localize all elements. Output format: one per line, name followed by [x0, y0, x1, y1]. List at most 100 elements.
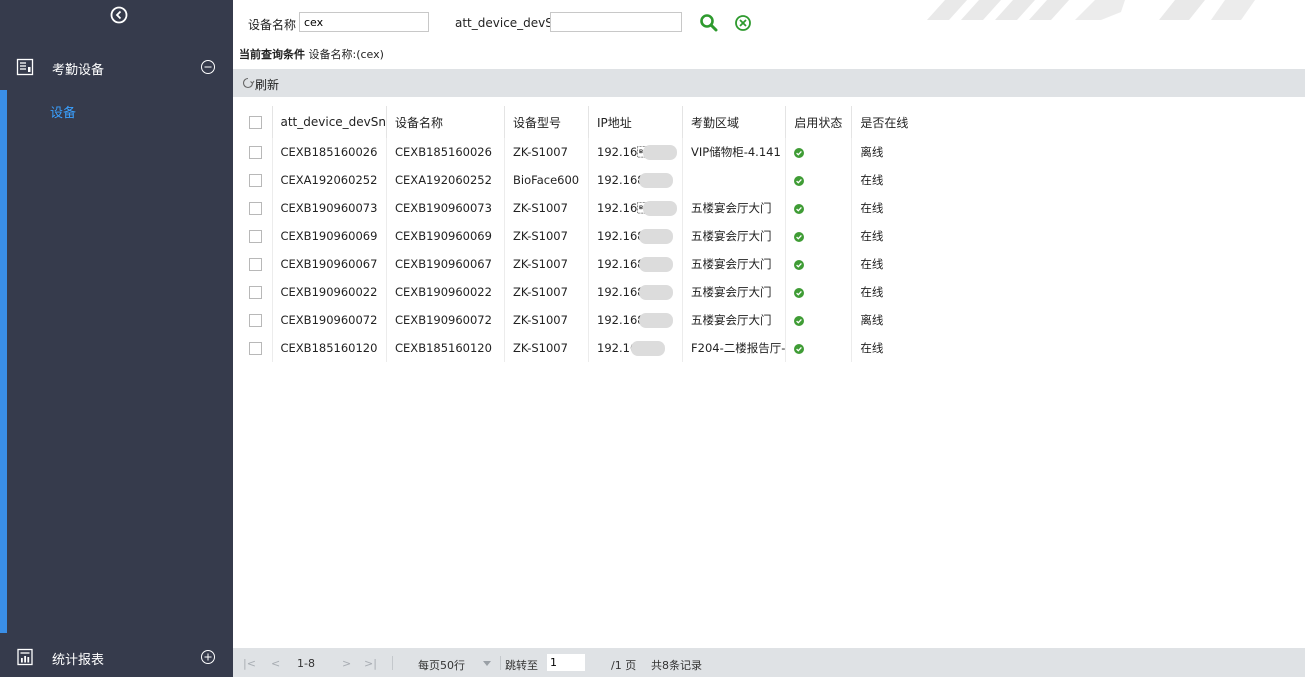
cell-device-name: CEXB190960072: [386, 306, 506, 334]
row-select-cell: [241, 166, 273, 194]
first-page-button[interactable]: |<: [243, 657, 256, 670]
select-all-cell: [241, 106, 273, 138]
ip-text: 192.168: [597, 228, 645, 243]
total-records: 共8条记录: [651, 659, 702, 672]
table-row[interactable]: CEXB190960073 CEXB190960073 ZK-S1007 192.16…: [241, 194, 1305, 222]
cell-sn: CEXB190960073: [272, 194, 388, 222]
cell-model: ZK-S1007: [504, 306, 590, 334]
ip-redaction: [638, 172, 673, 188]
row-checkbox[interactable]: [249, 174, 262, 187]
check-circle-icon: [794, 259, 805, 270]
table-row[interactable]: CEXB190960069 CEXB190960069 ZK-S1007 192.16…: [241, 222, 1305, 250]
minus-circle-icon[interactable]: [200, 59, 216, 75]
table-body: CEXB185160026 CEXB185160026 ZK-S1007 192.16…: [241, 138, 1305, 362]
column-header-model[interactable]: 设备型号: [504, 106, 590, 138]
menu-group-label: 考勤设备: [52, 63, 105, 78]
row-checkbox[interactable]: [249, 342, 262, 355]
cell-sn: CEXB190960069: [272, 222, 388, 250]
jump-page-input[interactable]: [547, 654, 585, 671]
cell-online-status: 在线: [860, 201, 884, 215]
column-header-area[interactable]: 考勤区域: [682, 106, 787, 138]
device-sn-input[interactable]: [550, 12, 682, 32]
check-circle-icon: [794, 315, 805, 326]
cell-device-name: CEXB185160120: [386, 334, 506, 362]
column-header-device-name[interactable]: 设备名称: [386, 106, 506, 138]
column-header-online[interactable]: 是否在线: [852, 106, 1305, 138]
row-checkbox[interactable]: [249, 258, 262, 271]
cell-area: [682, 166, 787, 194]
cell-area: VIP储物柜-4.141: [682, 138, 787, 166]
table-row[interactable]: CEXB190960072 CEXB190960072 ZK-S1007 192.16…: [241, 306, 1305, 334]
select-all-checkbox[interactable]: [249, 116, 262, 129]
row-select-cell: [241, 138, 273, 166]
device-name-input[interactable]: [299, 12, 429, 32]
cell-ip: 192.16: [588, 194, 684, 222]
device-name-label: 设备名称: [248, 18, 297, 32]
table-row[interactable]: CEXB190960067 CEXB190960067 ZK-S1007 192.16…: [241, 250, 1305, 278]
menu-group-attendance-device[interactable]: 考勤设备: [0, 50, 233, 84]
cell-device-name: CEXB190960067: [386, 250, 506, 278]
table-row[interactable]: CEXB185160120 CEXB185160120 ZK-S1007 192.16…: [241, 334, 1305, 362]
row-checkbox[interactable]: [249, 146, 262, 159]
table-row[interactable]: CEXB185160026 CEXB185160026 ZK-S1007 192.16…: [241, 138, 1305, 166]
prev-page-button[interactable]: <: [271, 657, 280, 670]
cell-ip: 192.168: [588, 306, 684, 334]
sidebar-item-device[interactable]: 设备: [50, 102, 76, 121]
ip-text: 192.16: [597, 200, 649, 215]
table-row[interactable]: CEXA192060252 CEXA192060252 BioFace600 192.…: [241, 166, 1305, 194]
plus-circle-icon[interactable]: [200, 649, 216, 665]
refresh-icon[interactable]: [241, 76, 255, 90]
ip-text: 192.168: [597, 284, 645, 299]
per-page-select[interactable]: 每页50行: [418, 657, 465, 673]
ip-text: 192.168: [597, 256, 645, 271]
table-row[interactable]: CEXB190960022 CEXB190960022 ZK-S1007 192.16…: [241, 278, 1305, 306]
check-circle-icon: [794, 287, 805, 298]
row-checkbox[interactable]: [249, 230, 262, 243]
column-header-sn[interactable]: att_device_devSn: [272, 106, 388, 138]
ip-redaction: [638, 228, 673, 244]
clear-circle-icon[interactable]: [734, 14, 752, 32]
check-circle-icon: [794, 175, 805, 186]
cell-sn: CEXA192060252: [272, 166, 388, 194]
query-condition-text: 设备名称:(cex): [308, 48, 384, 61]
cell-device-name: CEXB190960022: [386, 278, 506, 306]
cell-sn: CEXB185160026: [272, 138, 388, 166]
page-range: 1-8: [297, 657, 315, 670]
active-menu-accent: [0, 90, 7, 633]
ip-redaction: [642, 144, 677, 160]
row-select-cell: [241, 222, 273, 250]
total-pages: /1 页: [611, 659, 637, 672]
menu-group-statistics-report[interactable]: 统计报表: [0, 640, 233, 674]
device-panel-icon: [16, 58, 34, 76]
cell-enabled: [785, 166, 853, 194]
row-checkbox[interactable]: [249, 202, 262, 215]
last-page-button[interactable]: >|: [364, 657, 377, 670]
cell-device-name: CEXB190960069: [386, 222, 506, 250]
cell-ip: 192.168: [588, 278, 684, 306]
pager-divider: [500, 656, 501, 670]
refresh-button[interactable]: 刷新: [255, 76, 279, 93]
ip-redaction: [631, 340, 666, 356]
column-header-ip[interactable]: IP地址: [588, 106, 684, 138]
column-header-enabled[interactable]: 启用状态: [785, 106, 853, 138]
row-select-cell: [241, 194, 273, 222]
cell-device-name: CEXA192060252: [386, 166, 506, 194]
row-checkbox[interactable]: [249, 286, 262, 299]
collapse-sidebar-icon[interactable]: [110, 6, 128, 24]
search-icon[interactable]: [698, 12, 720, 34]
ip-text: 192.16: [597, 144, 649, 159]
cell-sn: CEXB190960072: [272, 306, 388, 334]
cell-area: 五楼宴会厅大门: [682, 194, 787, 222]
next-page-button[interactable]: >: [342, 657, 351, 670]
cell-model: ZK-S1007: [504, 138, 590, 166]
cell-enabled: [785, 194, 853, 222]
row-checkbox[interactable]: [249, 314, 262, 327]
cell-area: 五楼宴会厅大门: [682, 222, 787, 250]
cell-enabled: [785, 250, 853, 278]
device-sn-label: att_device_devSn: [455, 16, 561, 30]
cell-ip: 192.16: [588, 138, 684, 166]
dropdown-arrow-icon[interactable]: [483, 661, 491, 666]
cell-online-status: 在线: [860, 173, 884, 187]
cell-online-status: 离线: [860, 313, 884, 327]
cell-model: ZK-S1007: [504, 222, 590, 250]
